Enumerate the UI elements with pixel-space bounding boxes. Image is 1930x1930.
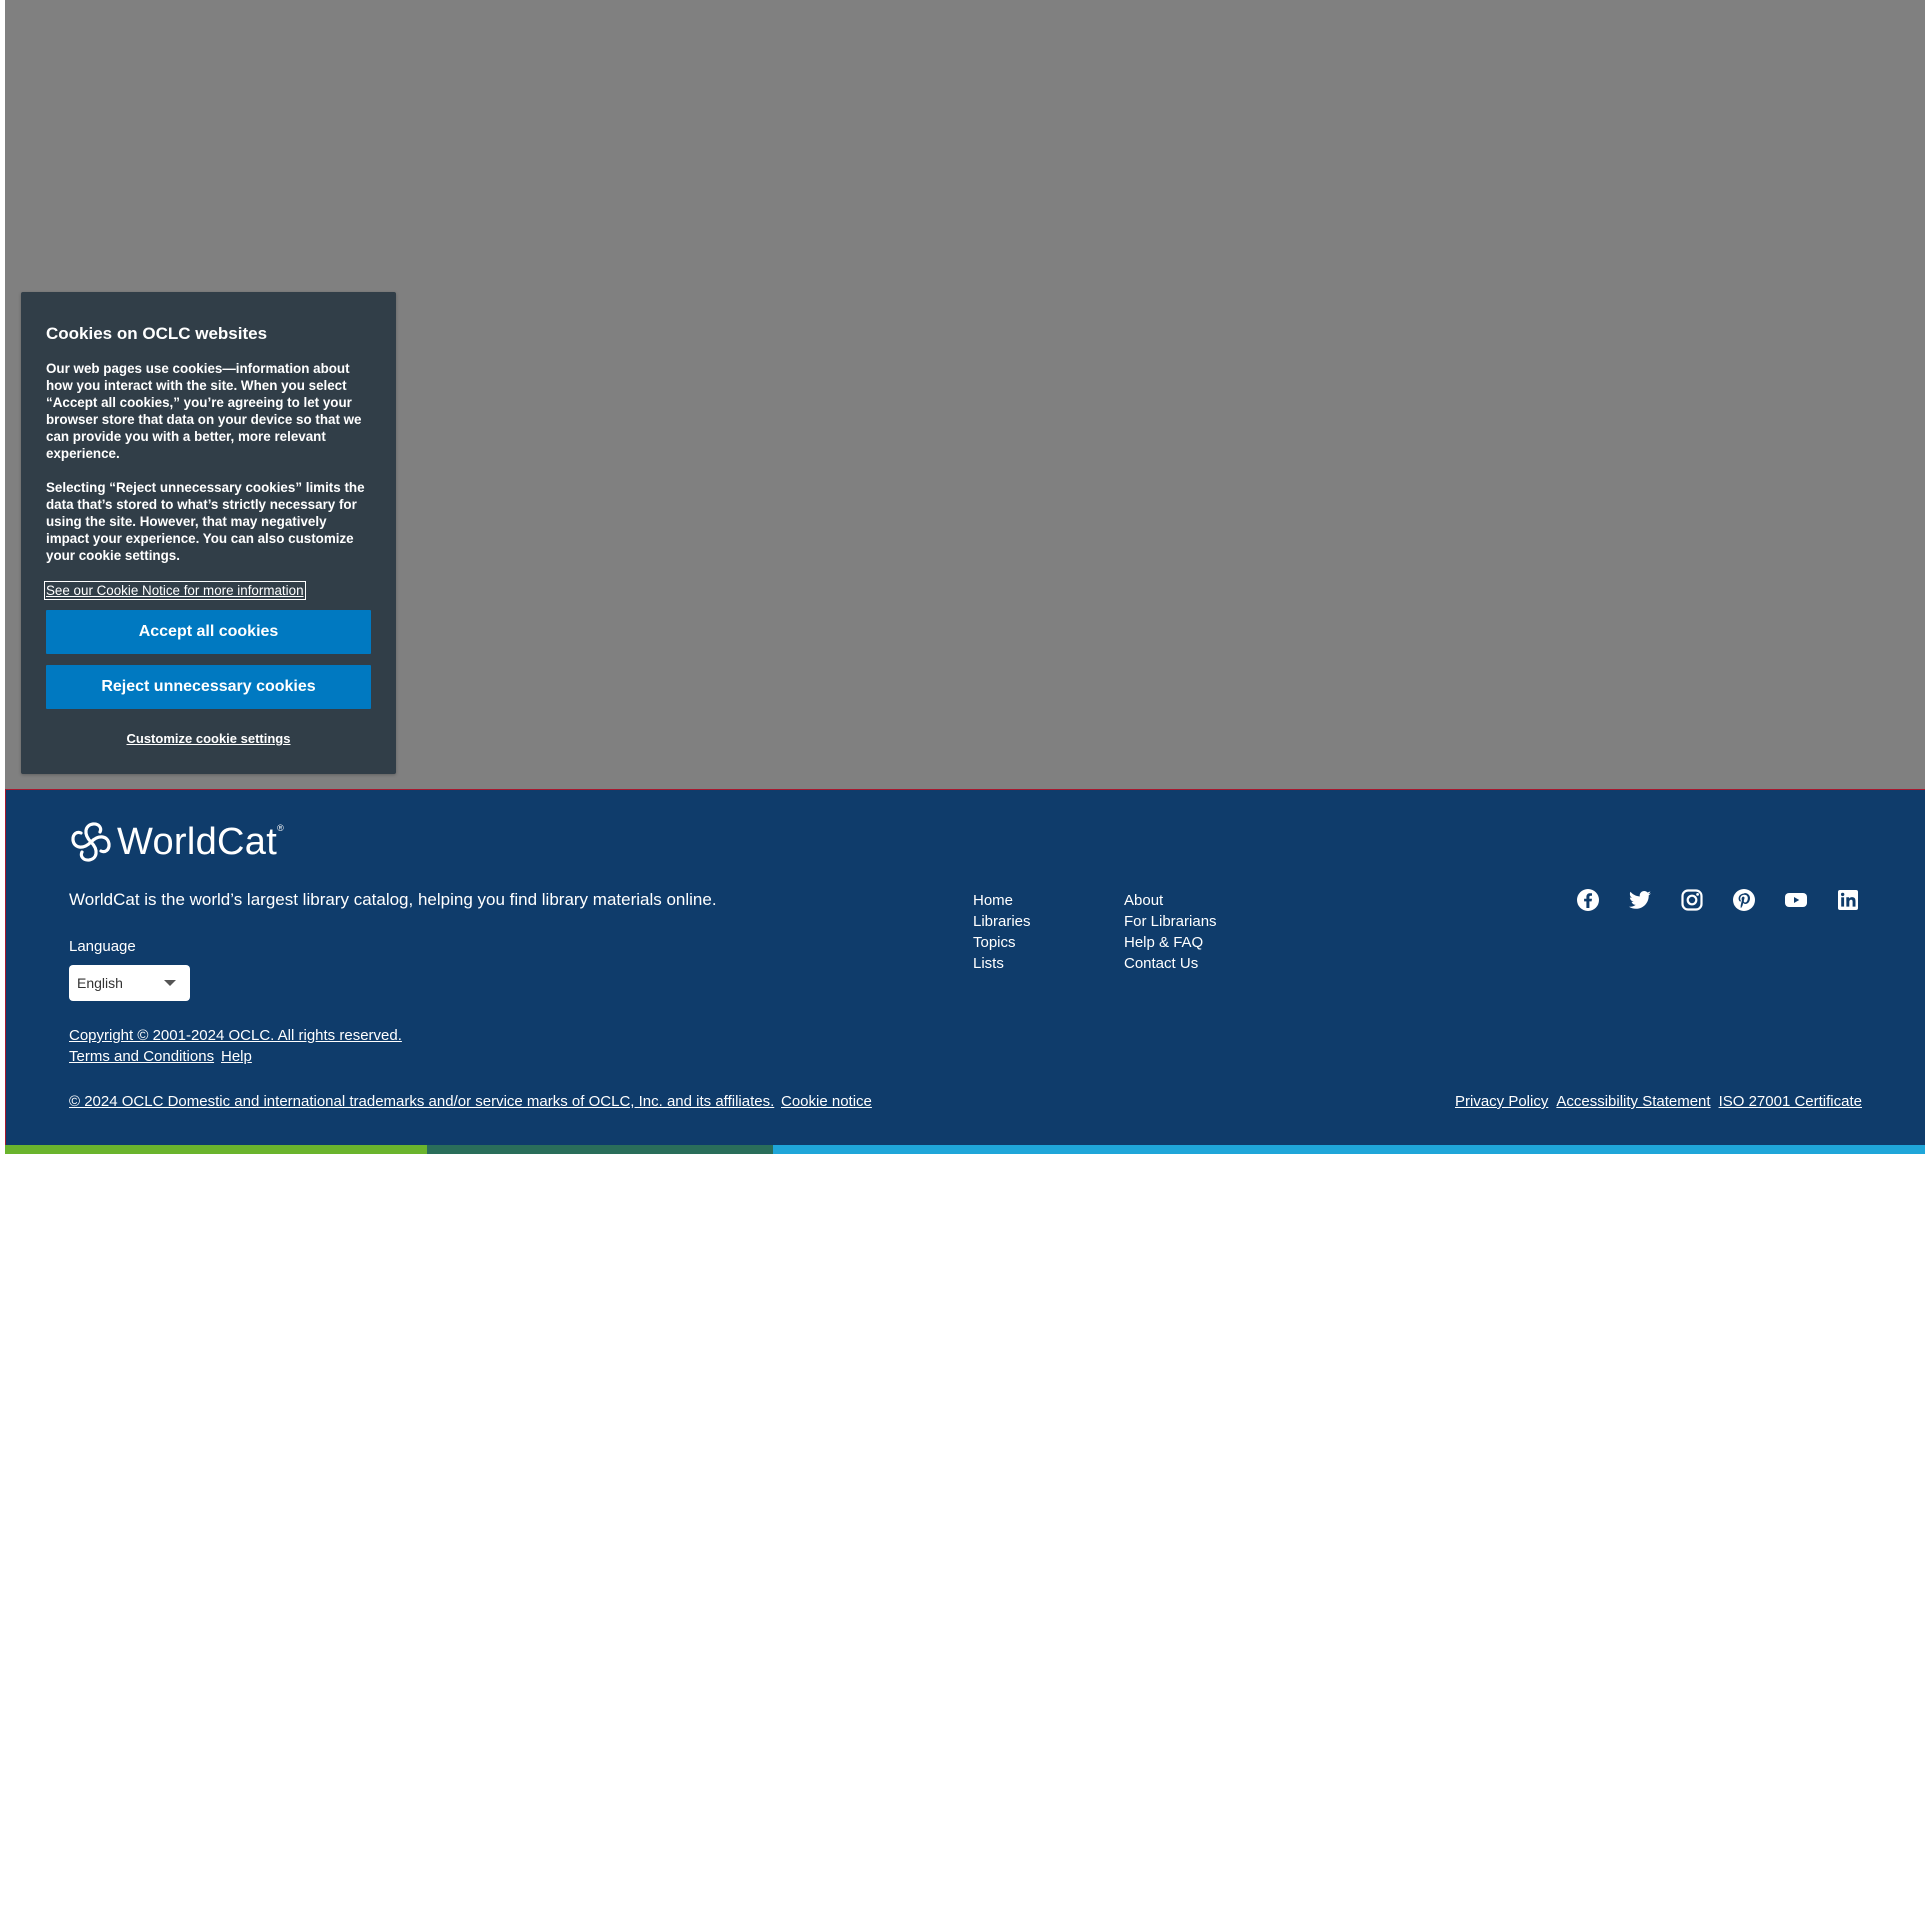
caret-down-icon [164,980,176,986]
worldcat-logo-icon [71,822,111,862]
legal-links: Privacy Policy Accessibility Statement I… [1455,1093,1862,1110]
brand-color-bar [5,1145,1925,1154]
footer-nav-column: About For Librarians Help & FAQ Contact … [1124,890,1217,974]
accessibility-statement-link[interactable]: Accessibility Statement [1556,1093,1710,1110]
footer-nav-column: Home Libraries Topics Lists [973,890,1031,974]
cookie-dialog-paragraph: Our web pages use cookies—information ab… [46,361,362,461]
social-links [1576,888,1860,912]
youtube-icon[interactable] [1784,888,1808,912]
privacy-policy-link[interactable]: Privacy Policy [1455,1093,1548,1110]
footer-link-about[interactable]: About [1124,890,1217,911]
site-footer: WorldCat ® WorldCat is the world’s larges… [5,789,1925,1145]
color-bar-segment [427,1145,773,1154]
language-select[interactable]: English [69,965,190,1001]
facebook-icon[interactable] [1576,888,1600,912]
copyright-link[interactable]: Copyright © 2001-2024 OCLC. All rights r… [69,1027,402,1044]
color-bar-segment [773,1145,1925,1154]
registered-mark: ® [277,823,284,833]
footer-link-help-faq[interactable]: Help & FAQ [1124,932,1217,953]
footer-link-libraries[interactable]: Libraries [973,911,1031,932]
trademarks-link[interactable]: © 2024 OCLC Domestic and international t… [69,1093,774,1110]
terms-and-conditions-link[interactable]: Terms and Conditions [69,1048,214,1065]
language-label: Language [69,938,136,955]
footer-link-topics[interactable]: Topics [973,932,1031,953]
cookie-consent-dialog: Cookies on OCLC websites Our web pages u… [21,292,396,774]
language-selected-value: English [77,975,123,991]
accept-all-cookies-button[interactable]: Accept all cookies [46,610,371,654]
customize-cookie-settings-link[interactable]: Customize cookie settings [46,731,371,746]
worldcat-logo[interactable]: WorldCat ® [69,820,284,864]
cookie-notice-link[interactable]: See our Cookie Notice for more informati… [44,581,306,600]
footer-link-for-librarians[interactable]: For Librarians [1124,911,1217,932]
footer-link-home[interactable]: Home [973,890,1031,911]
footer-tagline: WorldCat is the world’s largest library … [69,890,717,909]
color-bar-segment [5,1145,427,1154]
iso-certificate-link[interactable]: ISO 27001 Certificate [1719,1093,1862,1110]
twitter-icon[interactable] [1628,888,1652,912]
cookie-dialog-title: Cookies on OCLC websites [46,324,268,343]
linkedin-icon[interactable] [1836,888,1860,912]
cookie-dialog-paragraph: Selecting “Reject unnecessary cookies” l… [46,480,365,563]
cookie-notice-footer-link[interactable]: Cookie notice [781,1093,872,1110]
instagram-icon[interactable] [1680,888,1704,912]
footer-link-contact-us[interactable]: Contact Us [1124,953,1217,974]
footer-link-lists[interactable]: Lists [973,953,1031,974]
pinterest-icon[interactable] [1732,888,1756,912]
help-link[interactable]: Help [221,1048,252,1065]
worldcat-wordmark: WorldCat [117,820,278,863]
reject-unnecessary-cookies-button[interactable]: Reject unnecessary cookies [46,665,371,709]
